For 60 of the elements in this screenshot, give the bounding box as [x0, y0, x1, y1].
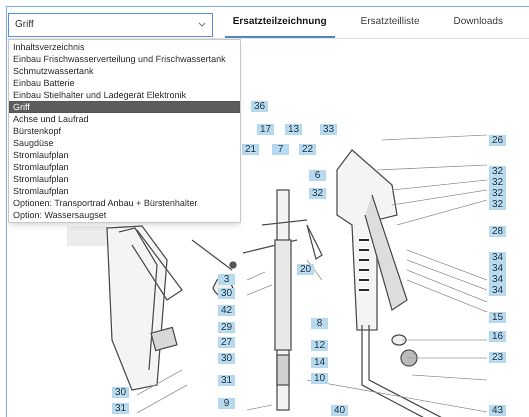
dropdown-item[interactable]: Einbau Frischwasserverteilung und Frischwassertank [9, 53, 240, 65]
part-number-label[interactable]: 32 [489, 166, 506, 177]
part-number-label[interactable]: 6 [309, 170, 326, 181]
part-number-label[interactable]: 7 [272, 144, 289, 155]
dropdown-item[interactable]: Stromlaufplan [9, 149, 240, 161]
select-value: Griff [15, 18, 34, 32]
part-number-label[interactable]: 17 [257, 124, 274, 135]
part-number-label[interactable]: 12 [311, 340, 328, 351]
part-number-label[interactable]: 27 [218, 337, 235, 348]
part-number-label[interactable]: 29 [218, 322, 235, 333]
part-number-label[interactable]: 3 [218, 274, 235, 285]
tab[interactable]: Downloads [446, 7, 511, 38]
part-number-label[interactable]: 32 [489, 188, 506, 199]
part-number-label[interactable]: 31 [112, 403, 129, 414]
part-number-label[interactable]: 36 [251, 101, 268, 112]
part-number-label[interactable]: 8 [311, 318, 328, 329]
dropdown-item[interactable]: Stromlaufplan [9, 173, 240, 185]
part-number-label[interactable]: 33 [320, 124, 337, 135]
part-number-label[interactable]: 13 [285, 124, 302, 135]
part-number-label[interactable]: 31 [218, 375, 235, 386]
dropdown-item[interactable]: Griff [9, 101, 240, 113]
part-number-label[interactable]: 30 [218, 288, 235, 299]
part-number-label[interactable]: 30 [218, 353, 235, 364]
part-number-label[interactable]: 14 [311, 357, 328, 368]
part-number-label[interactable]: 32 [489, 199, 506, 210]
part-number-label[interactable]: 20 [297, 264, 314, 275]
part-number-label[interactable]: 23 [489, 352, 506, 363]
dropdown-item[interactable]: Bürstenkopf [9, 125, 240, 137]
dropdown-item[interactable]: Option: Wassersaugset [9, 209, 240, 221]
tab[interactable]: Ersatzteilzeichnung [224, 7, 335, 38]
dropdown-item[interactable]: Stromlaufplan [9, 185, 240, 197]
part-number-label[interactable]: 21 [242, 144, 259, 155]
dropdown-item[interactable]: Optionen: Transportrad Anbau + Bürstenhalter [9, 197, 240, 209]
dropdown-item[interactable]: Schmutzwassertank [9, 65, 240, 77]
part-number-label[interactable]: 34 [489, 285, 506, 296]
dropdown-item[interactable]: Achse und Laufrad [9, 113, 240, 125]
part-number-label[interactable]: 32 [489, 177, 506, 188]
part-number-label[interactable]: 22 [299, 144, 316, 155]
part-number-label[interactable]: 43 [489, 405, 506, 416]
part-number-label[interactable]: 30 [112, 387, 129, 398]
part-number-label[interactable]: 32 [309, 188, 326, 199]
section-select[interactable]: Griff [8, 12, 213, 36]
part-number-label[interactable]: 9 [218, 398, 235, 409]
part-number-label[interactable]: 34 [489, 263, 506, 274]
tab[interactable]: Ersatzteilliste [352, 7, 428, 38]
dropdown-item[interactable]: Stromlaufplan [9, 161, 240, 173]
dropdown-item[interactable]: Einbau Batterie [9, 77, 240, 89]
part-number-label[interactable]: 10 [311, 373, 328, 384]
part-number-label[interactable]: 40 [331, 405, 348, 416]
dropdown-item[interactable]: Saugdüse [9, 137, 240, 149]
part-number-label[interactable]: 34 [489, 274, 506, 285]
part-number-label[interactable]: 26 [489, 135, 506, 146]
dropdown-item[interactable]: Inhaltsverzeichnis [9, 41, 240, 53]
dropdown-item[interactable]: Einbau Stielhalter und Ladegerät Elektronik [9, 89, 240, 101]
part-number-label[interactable]: 42 [218, 305, 235, 316]
chevron-down-icon [198, 22, 206, 27]
part-number-label[interactable]: 15 [489, 312, 506, 323]
part-number-label[interactable]: 16 [489, 331, 506, 342]
part-number-label[interactable]: 28 [489, 226, 506, 237]
part-number-label[interactable]: 34 [489, 252, 506, 263]
